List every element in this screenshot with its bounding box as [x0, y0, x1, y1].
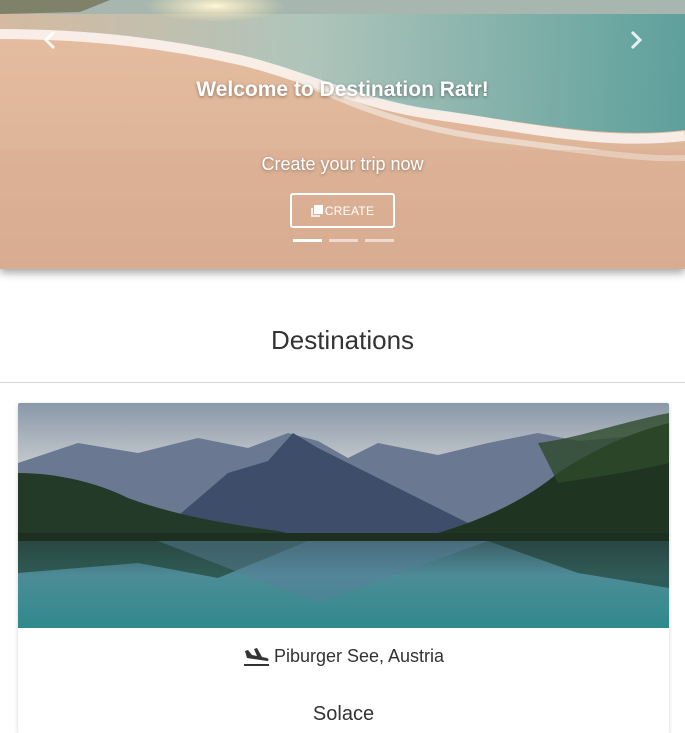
plane-landing-icon — [243, 647, 269, 666]
card-location-text: Piburger See, Austria — [273, 646, 445, 666]
chevron-right-icon — [630, 30, 643, 50]
card-location: Piburger See, Austria — [18, 646, 669, 667]
beach-sunset-image — [0, 0, 685, 269]
carousel-indicator-1[interactable] — [293, 239, 322, 242]
card-title: Solace — [312, 703, 375, 725]
carousel-indicator-3[interactable] — [365, 239, 394, 242]
create-button-label: CREATE — [324, 203, 375, 218]
hero-subtitle: Create your trip now — [261, 154, 424, 174]
copy-icon — [310, 204, 323, 217]
carousel-prev-button[interactable] — [38, 28, 62, 52]
carousel-indicator-2[interactable] — [329, 239, 358, 242]
hero-carousel: Welcome to Destination Ratr! Create your… — [0, 0, 685, 269]
section-title: Destinations — [270, 325, 415, 355]
destination-card[interactable]: Piburger See, Austria Solace — [18, 403, 669, 733]
create-button[interactable]: CREATE — [290, 193, 395, 228]
carousel-next-button[interactable] — [624, 28, 648, 52]
carousel-indicators — [293, 239, 394, 242]
lake-mountain-image — [18, 403, 669, 628]
chevron-left-icon — [43, 30, 56, 50]
hero-title: Welcome to Destination Ratr! — [196, 78, 489, 101]
section-divider — [0, 382, 685, 383]
